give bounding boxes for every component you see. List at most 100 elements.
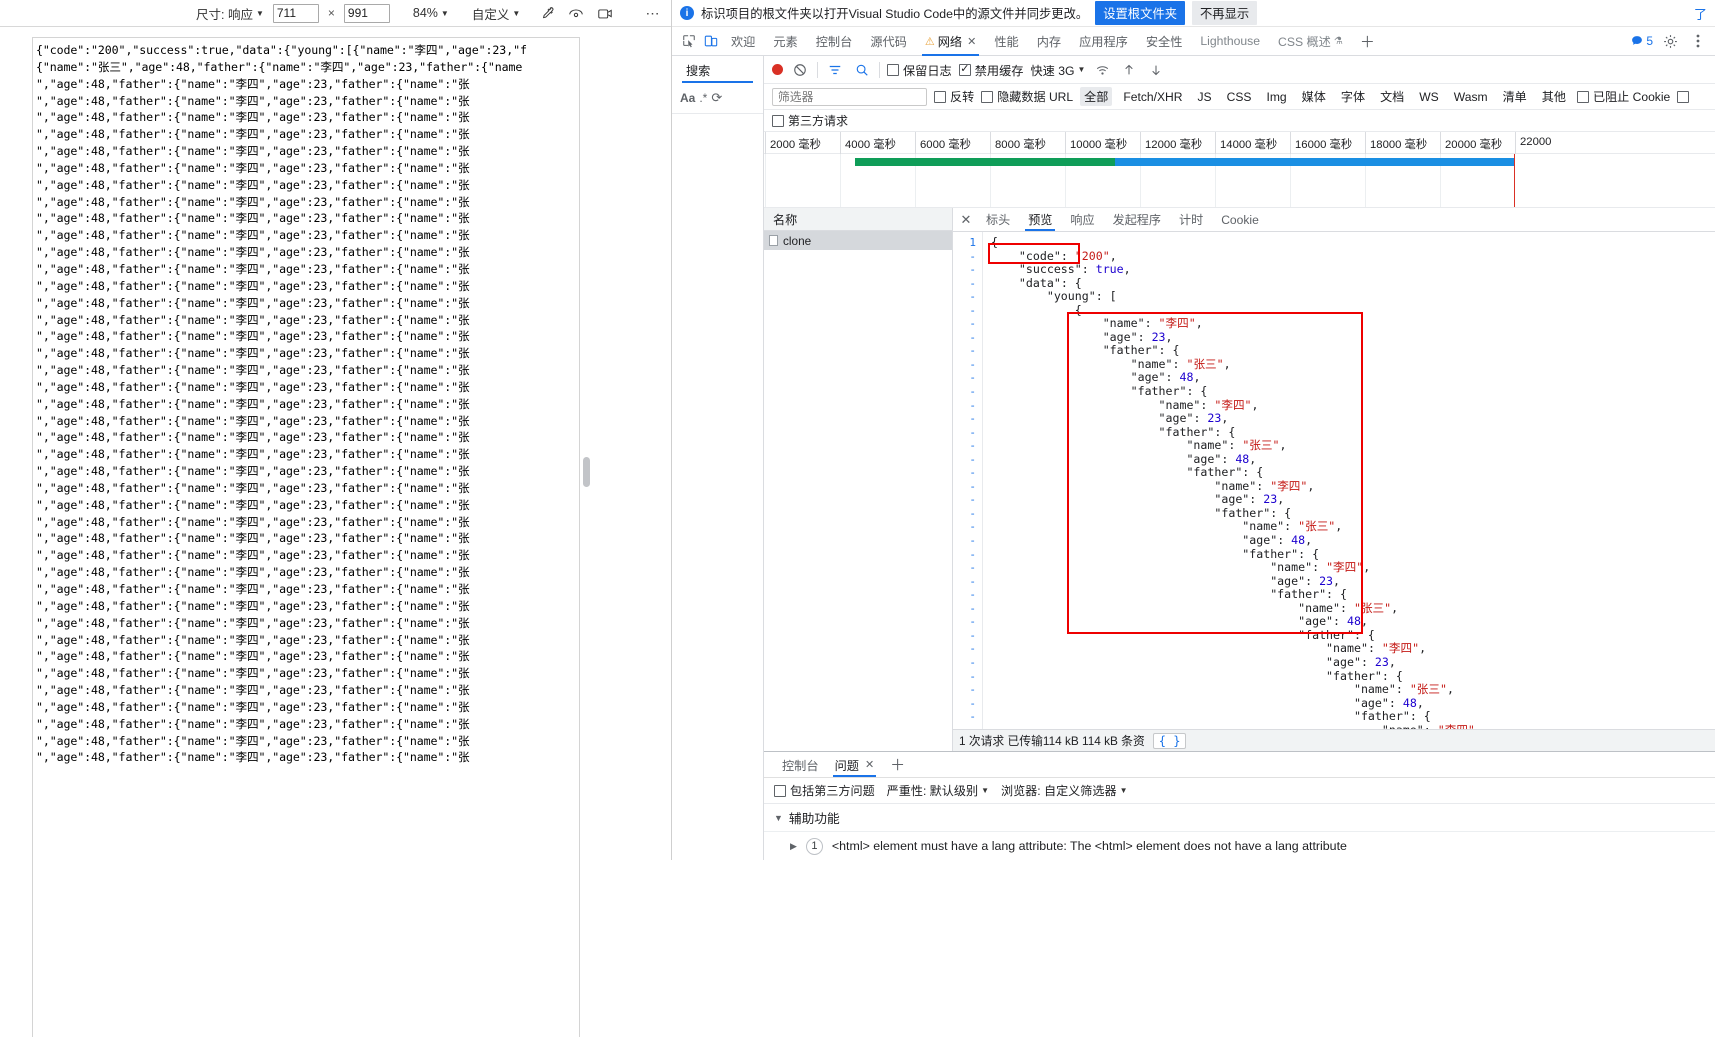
- drawer-tab-console[interactable]: 控制台: [774, 752, 827, 777]
- detail-tab-initiator[interactable]: 发起程序: [1104, 208, 1170, 231]
- zoom-selector[interactable]: 84% ▼: [413, 6, 449, 20]
- third-party-requests-checkbox[interactable]: 第三方请求: [772, 112, 848, 129]
- filter-type-media[interactable]: 媒体: [1298, 87, 1330, 106]
- more-tabs-icon[interactable]: ＋: [1352, 27, 1383, 55]
- request-detail: ✕ 标头 预览 响应 发起程序 计时 Cookie 1 - - - - - - …: [953, 208, 1715, 751]
- network-filter-bar: 反转 隐藏数据 URL 全部 Fetch/XHR JS CSS Img 媒体 字…: [764, 84, 1715, 110]
- tab-label: 控制台: [815, 35, 853, 49]
- timeline-tick: 20000 毫秒: [1440, 132, 1502, 154]
- more-options-icon[interactable]: ⋯: [646, 5, 662, 22]
- filter-type-img[interactable]: Img: [1262, 89, 1290, 105]
- message-count-label: 5: [1646, 34, 1653, 48]
- tab-performance[interactable]: 性能: [985, 27, 1027, 55]
- dont-show-again-button[interactable]: 不再显示: [1192, 1, 1258, 25]
- screenshot-icon[interactable]: [595, 3, 615, 23]
- detail-tab-preview[interactable]: 预览: [1019, 208, 1061, 231]
- clear-icon[interactable]: [790, 60, 810, 80]
- export-har-icon[interactable]: [1146, 60, 1166, 80]
- throttling-label: 快速 3G: [1030, 63, 1075, 78]
- filter-type-fetch-xhr[interactable]: Fetch/XHR: [1119, 89, 1186, 105]
- hide-data-urls-label: 隐藏数据 URL: [997, 90, 1074, 104]
- checkbox-box-checked: [958, 62, 971, 76]
- json-preview-viewer[interactable]: 1 - - - - - - - - - - - - - - - - - - - …: [953, 232, 1715, 729]
- filter-type-js[interactable]: JS: [1193, 89, 1215, 105]
- search-icon[interactable]: [852, 60, 872, 80]
- preserve-log-checkbox[interactable]: 保留日志: [887, 61, 952, 79]
- wifi-icon[interactable]: [1092, 60, 1112, 80]
- tab-sources[interactable]: 源代码: [861, 27, 916, 55]
- viewport-scrollbar[interactable]: [583, 37, 590, 870]
- viewport-scrollbar-thumb[interactable]: [583, 457, 590, 487]
- chevron-down-icon: ▼: [440, 8, 449, 18]
- tab-console[interactable]: 控制台: [807, 27, 862, 55]
- import-har-icon[interactable]: [1119, 60, 1139, 80]
- drawer-tab-issues[interactable]: 问题 ✕: [827, 752, 883, 777]
- detail-tab-headers[interactable]: 标头: [977, 208, 1019, 231]
- detail-tab-cookies[interactable]: Cookie: [1212, 208, 1268, 231]
- close-icon[interactable]: ✕: [955, 208, 977, 231]
- blocked-cookies-checkbox[interactable]: 已阻止 Cookie: [1576, 88, 1670, 105]
- filter-type-wasm[interactable]: Wasm: [1450, 89, 1492, 105]
- issue-row[interactable]: ▶ 1 <html> element must have a lang attr…: [764, 832, 1715, 860]
- settings-gear-icon[interactable]: [1659, 34, 1681, 49]
- tab-lighthouse[interactable]: Lighthouse: [1191, 27, 1269, 55]
- issues-group-accessibility[interactable]: ▼ 辅助功能: [764, 804, 1715, 832]
- tab-memory[interactable]: 内存: [1028, 27, 1070, 55]
- request-list-header[interactable]: 名称: [764, 208, 952, 231]
- match-case-icon[interactable]: Aa: [680, 91, 695, 105]
- filter-type-other[interactable]: 其他: [1538, 87, 1570, 106]
- filter-type-font[interactable]: 字体: [1337, 87, 1369, 106]
- filter-type-manifest[interactable]: 清单: [1499, 87, 1531, 106]
- invert-filter-checkbox[interactable]: 反转: [934, 88, 974, 105]
- filter-input[interactable]: [772, 87, 927, 106]
- regex-icon[interactable]: .*: [699, 91, 707, 105]
- chevron-right-icon[interactable]: ▶: [790, 841, 797, 852]
- tab-network[interactable]: ⚠ 网络 ✕: [916, 27, 985, 56]
- filter-funnel-icon[interactable]: [825, 60, 845, 80]
- throttling-selector[interactable]: 快速 3G ▼: [1031, 61, 1086, 79]
- filter-type-ws[interactable]: WS: [1415, 89, 1442, 105]
- browser-filter-selector[interactable]: 浏览器: 自定义筛选器 ▼: [1001, 782, 1128, 799]
- severity-selector[interactable]: 严重性: 默认级别 ▼: [887, 782, 989, 799]
- device-size-selector[interactable]: 尺寸: 响应 ▼: [196, 4, 264, 23]
- detail-tab-response[interactable]: 响应: [1061, 208, 1103, 231]
- network-timeline[interactable]: 2000 毫秒 4000 毫秒 6000 毫秒 8000 毫秒 10000 毫秒…: [764, 132, 1715, 208]
- set-root-folder-button[interactable]: 设置根文件夹: [1095, 1, 1185, 25]
- filter-type-css[interactable]: CSS: [1223, 89, 1256, 105]
- filter-type-doc[interactable]: 文档: [1376, 87, 1408, 106]
- add-drawer-tab-icon[interactable]: ＋: [882, 752, 913, 777]
- toggle-device-toolbar-icon[interactable]: [700, 27, 722, 55]
- tab-css-overview[interactable]: CSS 概述 ⚗: [1269, 27, 1352, 55]
- rotate-icon[interactable]: [566, 3, 586, 23]
- emulated-viewport[interactable]: {"code":"200","success":true,"data":{"yo…: [32, 37, 580, 1037]
- message-count-badge[interactable]: 5: [1631, 34, 1653, 48]
- tab-elements[interactable]: 元素: [764, 27, 806, 55]
- filter-type-all[interactable]: 全部: [1080, 87, 1113, 106]
- checkbox-box: [1576, 90, 1589, 103]
- timeline-tick: 12000 毫秒: [1140, 132, 1202, 154]
- sidebar-tab-search[interactable]: 搜索: [672, 56, 763, 83]
- detail-tab-timing[interactable]: 计时: [1170, 208, 1212, 231]
- checkbox-box[interactable]: [1677, 90, 1690, 103]
- viewport-width-input[interactable]: [272, 3, 319, 23]
- tab-application[interactable]: 应用程序: [1070, 27, 1137, 55]
- throttle-selector[interactable]: 自定义 ▼: [472, 4, 520, 23]
- pretty-print-button[interactable]: { }: [1152, 732, 1187, 749]
- record-button[interactable]: [772, 64, 783, 75]
- inspect-element-icon[interactable]: [678, 27, 700, 55]
- viewport-height-input[interactable]: [343, 3, 390, 23]
- more-vertical-icon[interactable]: [1687, 34, 1709, 48]
- include-third-party-checkbox[interactable]: 包括第三方问题: [774, 782, 875, 799]
- request-row-clone[interactable]: clone: [764, 231, 952, 250]
- close-icon[interactable]: ✕: [865, 758, 874, 771]
- banner-learn-more-link[interactable]: 了: [1694, 4, 1707, 23]
- eyedropper-icon[interactable]: [537, 3, 557, 23]
- emulated-page-panel: 尺寸: 响应 ▼ × 84% ▼ 自定义 ▼ ⋯: [0, 0, 672, 1037]
- refresh-icon[interactable]: ⟳: [711, 90, 722, 106]
- disable-cache-checkbox[interactable]: 禁用缓存: [958, 61, 1024, 79]
- close-icon[interactable]: ✕: [967, 35, 976, 48]
- tab-security[interactable]: 安全性: [1137, 27, 1192, 55]
- hide-data-urls-checkbox[interactable]: 隐藏数据 URL: [981, 88, 1073, 105]
- tab-label: 应用程序: [1079, 35, 1128, 49]
- tab-welcome[interactable]: 欢迎: [722, 27, 764, 55]
